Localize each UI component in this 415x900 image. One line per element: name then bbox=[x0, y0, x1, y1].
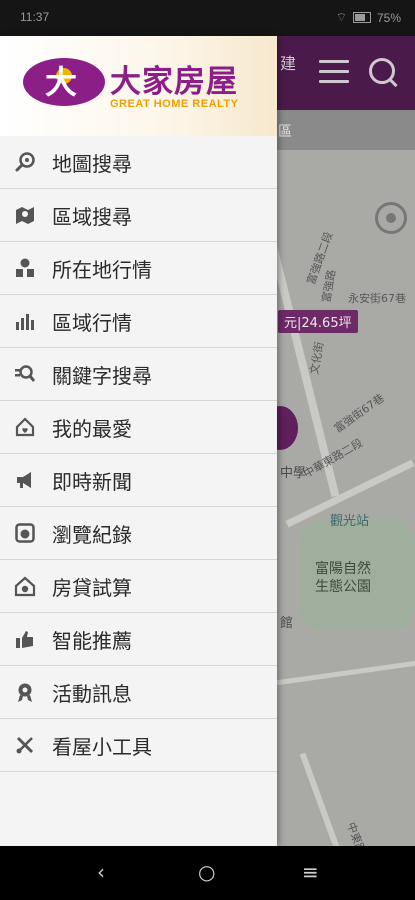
map-road bbox=[299, 752, 347, 846]
status-time: 11:37 bbox=[20, 10, 50, 24]
menu-item-label: 區域行情 bbox=[52, 310, 132, 335]
menu-item-keyword-search[interactable]: 關鍵字搜尋 bbox=[0, 348, 277, 401]
event-badge-icon bbox=[14, 681, 36, 703]
gps-locate-icon[interactable] bbox=[375, 202, 407, 234]
menu-item-label: 區域搜尋 bbox=[52, 204, 132, 229]
map-search-icon bbox=[14, 151, 36, 173]
status-icons: ⌔ 75% bbox=[336, 10, 401, 25]
toolbar-title: 建 bbox=[280, 54, 297, 73]
menu-item-favorites[interactable]: 我的最愛 bbox=[0, 401, 277, 454]
map-label: 永安街67巷 bbox=[348, 292, 406, 305]
back-button[interactable]: ‹ bbox=[97, 860, 105, 884]
price-pin[interactable]: 元|24.65坪 bbox=[278, 310, 358, 333]
menu-item-label: 地圖搜尋 bbox=[52, 151, 132, 176]
drawer-menu: 地圖搜尋 區域搜尋 所在地行情 區域行情 關鍵字搜尋 我的最愛 即時新聞 瀏覽紀… bbox=[0, 136, 277, 772]
map-school-label: 中學 bbox=[280, 466, 307, 481]
menu-item-events[interactable]: 活動訊息 bbox=[0, 666, 277, 719]
menu-item-news[interactable]: 即時新聞 bbox=[0, 454, 277, 507]
home-button[interactable]: ○ bbox=[198, 860, 215, 884]
region-chart-icon bbox=[14, 310, 36, 332]
location-price-icon bbox=[14, 257, 36, 279]
map-hall-label: 館 bbox=[280, 616, 294, 631]
drawer-header: 大 大家房屋 GREAT HOME REALTY bbox=[0, 36, 277, 136]
keyword-search-icon bbox=[14, 363, 36, 385]
menu-item-region-search[interactable]: 區域搜尋 bbox=[0, 189, 277, 242]
map-road bbox=[270, 658, 415, 687]
menu-item-label: 瀏覽紀錄 bbox=[52, 522, 132, 547]
history-clock-icon bbox=[14, 522, 36, 544]
status-bar: 11:37 ⌔ 75% bbox=[0, 0, 415, 36]
menu-item-label: 智能推薦 bbox=[52, 628, 132, 653]
region-search-icon bbox=[14, 204, 36, 226]
navigation-drawer: 大 大家房屋 GREAT HOME REALTY 地圖搜尋 區域搜尋 所在地行情 bbox=[0, 36, 277, 846]
system-nav-bar: ‹ ○ ≡ bbox=[0, 846, 415, 900]
battery-icon bbox=[352, 12, 371, 23]
menu-item-label: 即時新聞 bbox=[52, 469, 132, 494]
search-icon[interactable] bbox=[369, 58, 395, 84]
list-menu-icon[interactable] bbox=[319, 60, 349, 84]
menu-item-label: 房貸試算 bbox=[52, 575, 132, 600]
wifi-icon: ⌔ bbox=[335, 10, 347, 24]
sub-toolbar-text: 區 bbox=[278, 124, 292, 140]
megaphone-icon bbox=[14, 469, 36, 491]
menu-item-label: 關鍵字搜尋 bbox=[52, 363, 152, 388]
menu-item-history[interactable]: 瀏覽紀錄 bbox=[0, 507, 277, 560]
brand-logo-icon: 大 bbox=[23, 58, 105, 106]
thumbs-up-icon bbox=[14, 628, 36, 650]
brand-name: 大家房屋 bbox=[110, 64, 238, 100]
recents-button[interactable]: ≡ bbox=[302, 860, 319, 884]
menu-item-label: 活動訊息 bbox=[52, 681, 132, 706]
battery-percent: 75% bbox=[376, 10, 401, 25]
map-label: 文化街 bbox=[307, 340, 327, 376]
map-label: 富強街67巷 bbox=[331, 391, 387, 436]
map-label: 中東路 bbox=[344, 820, 368, 846]
mortgage-house-icon bbox=[14, 575, 36, 597]
menu-item-map-search[interactable]: 地圖搜尋 bbox=[0, 136, 277, 189]
menu-item-recommend[interactable]: 智能推薦 bbox=[0, 613, 277, 666]
menu-item-mortgage[interactable]: 房貸試算 bbox=[0, 560, 277, 613]
tools-icon bbox=[14, 734, 36, 756]
menu-item-region-price[interactable]: 區域行情 bbox=[0, 295, 277, 348]
brand-name-en: GREAT HOME REALTY bbox=[110, 98, 239, 110]
menu-item-label: 所在地行情 bbox=[52, 257, 152, 282]
map-station-label: 觀光站 bbox=[330, 514, 370, 529]
menu-item-location-price[interactable]: 所在地行情 bbox=[0, 242, 277, 295]
menu-item-label: 我的最愛 bbox=[52, 416, 132, 441]
menu-item-label: 看屋小工具 bbox=[52, 734, 152, 759]
menu-item-tools[interactable]: 看屋小工具 bbox=[0, 719, 277, 772]
map-park-label: 富陽自然 生態公園 bbox=[315, 561, 371, 595]
favorite-house-icon bbox=[14, 416, 36, 438]
